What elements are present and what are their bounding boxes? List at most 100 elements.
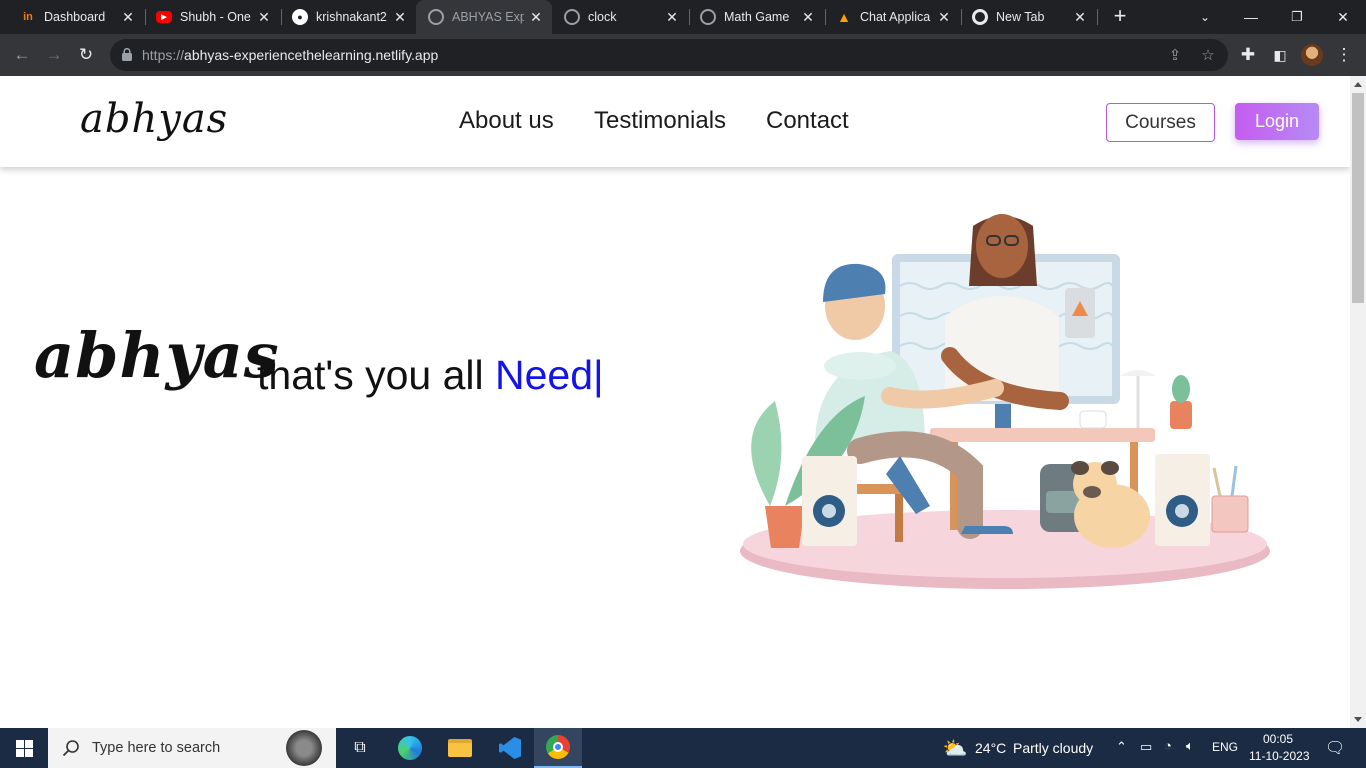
- minimize-icon[interactable]: —: [1228, 0, 1274, 34]
- search-icon: [62, 740, 79, 757]
- show-hidden-icons-chevron-icon[interactable]: ⌃: [1116, 739, 1127, 755]
- nav-link-contact[interactable]: Contact: [766, 107, 849, 135]
- courses-button[interactable]: Courses: [1106, 103, 1215, 142]
- close-tab-icon[interactable]: ✕: [120, 9, 136, 26]
- search-placeholder: Type here to search: [92, 740, 221, 756]
- extensions-puzzle-icon[interactable]: ✚: [1234, 41, 1262, 69]
- tab-youtube[interactable]: ▶ Shubh - One ✕: [144, 0, 280, 34]
- windows-taskbar: Type here to search ⧉ ⛅ 24°C Partly clou…: [0, 728, 1366, 768]
- folder-logo: [448, 739, 472, 757]
- weather-description[interactable]: Partly cloudy: [1013, 740, 1093, 756]
- avatar-image: [1301, 44, 1323, 66]
- tab-strip: in Dashboard ✕ ▶ Shubh - One ✕ ● krishna…: [0, 0, 1366, 34]
- tab-search-chevron-icon[interactable]: ⌄: [1182, 0, 1228, 34]
- tab-chat-app[interactable]: ▲ Chat Applica ✕: [824, 0, 960, 34]
- reload-icon[interactable]: ↻: [72, 41, 100, 69]
- file-explorer-icon[interactable]: [440, 728, 480, 768]
- tab-title: clock: [588, 10, 617, 24]
- wifi-icon[interactable]: ◔: [1164, 738, 1172, 753]
- tab-clock[interactable]: clock ✕: [552, 0, 688, 34]
- close-window-icon[interactable]: ✕: [1320, 0, 1366, 34]
- scroll-down-arrow-icon[interactable]: [1354, 717, 1362, 722]
- battery-icon[interactable]: ▭: [1140, 739, 1152, 755]
- page-viewport: abhyas About us Testimonials Contact Cou…: [0, 76, 1350, 728]
- url-text[interactable]: https://abhyas-experiencethelearning.net…: [142, 47, 438, 63]
- vscode-logo: [499, 737, 521, 759]
- nav-link-about[interactable]: About us: [459, 107, 554, 135]
- close-tab-icon[interactable]: ✕: [936, 9, 952, 26]
- typed-word: Need: [495, 352, 594, 398]
- tab-title: New Tab: [996, 10, 1045, 24]
- tagline-text: that's you all: [257, 352, 496, 398]
- hero-logo: abhyas: [34, 319, 280, 392]
- new-tab-plus-icon[interactable]: +: [1108, 5, 1132, 29]
- url-scheme: https://: [142, 47, 185, 63]
- tab-title: Dashboard: [44, 10, 106, 24]
- weather-temperature[interactable]: 24°C: [975, 740, 1006, 756]
- side-panel-icon[interactable]: ◧: [1266, 41, 1294, 69]
- tab-title: Shubh - One: [180, 10, 251, 24]
- globe-icon: [428, 9, 444, 25]
- back-arrow-icon[interactable]: ←: [8, 41, 36, 69]
- partly-cloudy-icon[interactable]: ⛅: [940, 728, 970, 768]
- lock-icon: [122, 48, 132, 61]
- tab-dashboard[interactable]: in Dashboard ✕: [8, 0, 144, 34]
- tab-title: ABHYAS Expe: [452, 10, 524, 24]
- search-highlight-doodle: [286, 730, 322, 766]
- bookmark-star-icon[interactable]: ☆: [1198, 45, 1218, 65]
- address-bar[interactable]: https://abhyas-experiencethelearning.net…: [110, 39, 1228, 71]
- speaker-icon[interactable]: 🔈︎: [1186, 738, 1194, 754]
- close-tab-icon[interactable]: ✕: [664, 9, 680, 26]
- tab-github[interactable]: ● krishnakant2 ✕: [280, 0, 416, 34]
- menu-kebab-icon[interactable]: ⋮: [1330, 41, 1358, 69]
- clock-date[interactable]: 11-10-2023: [1249, 749, 1310, 763]
- globe-icon: [564, 9, 580, 25]
- dashboard-favicon-icon: in: [23, 11, 33, 23]
- forward-arrow-icon[interactable]: →: [40, 41, 68, 69]
- windows-logo-icon: [15, 739, 33, 757]
- language-indicator[interactable]: ENG: [1212, 740, 1238, 754]
- chrome-icon: [972, 9, 988, 25]
- notifications-icon[interactable]: 🗨︎: [1325, 738, 1345, 758]
- share-icon[interactable]: ⇪: [1165, 45, 1185, 65]
- close-tab-icon[interactable]: ✕: [392, 9, 408, 26]
- tab-title: krishnakant2: [316, 10, 387, 24]
- chrome-taskbar-icon[interactable]: [534, 728, 582, 768]
- tab-new-tab[interactable]: New Tab ✕: [960, 0, 1096, 34]
- hero-illustration: [740, 214, 1270, 589]
- typing-cursor: |: [593, 352, 604, 398]
- profile-avatar[interactable]: [1298, 41, 1326, 69]
- close-tab-icon[interactable]: ✕: [1072, 9, 1088, 26]
- task-view-icon[interactable]: ⧉: [340, 728, 380, 768]
- edge-icon[interactable]: [390, 728, 430, 768]
- close-tab-icon[interactable]: ✕: [528, 9, 544, 26]
- site-navbar: abhyas About us Testimonials Contact Cou…: [0, 76, 1350, 167]
- clock-time[interactable]: 00:05: [1263, 732, 1293, 746]
- youtube-icon: ▶: [156, 11, 172, 23]
- close-tab-icon[interactable]: ✕: [800, 9, 816, 26]
- login-button[interactable]: Login: [1235, 103, 1319, 140]
- url-host: abhyas-experiencethelearning.netlify.app: [184, 47, 439, 63]
- tab-title: Chat Applica: [860, 10, 931, 24]
- page-scrollbar[interactable]: [1350, 76, 1366, 728]
- tab-title: Math Game: [724, 10, 790, 24]
- site-logo[interactable]: abhyas: [80, 96, 228, 142]
- tab-math-game[interactable]: Math Game ✕: [688, 0, 824, 34]
- github-icon: ●: [292, 9, 308, 25]
- tab-abhyas[interactable]: ABHYAS Expe ✕: [416, 0, 552, 34]
- scrollbar-thumb[interactable]: [1352, 93, 1364, 303]
- taskbar-search-box[interactable]: Type here to search: [48, 728, 336, 768]
- firebase-icon: ▲: [837, 9, 851, 25]
- nav-link-testimonials[interactable]: Testimonials: [594, 107, 726, 135]
- edge-logo: [398, 736, 422, 760]
- restore-icon[interactable]: ❐: [1274, 0, 1320, 34]
- hero-tagline: that's you all Need|: [257, 352, 604, 399]
- scroll-up-arrow-icon[interactable]: [1354, 82, 1362, 87]
- tab-separator: [1097, 9, 1098, 25]
- close-tab-icon[interactable]: ✕: [256, 9, 272, 26]
- browser-toolbar: ← → ↻ https://abhyas-experiencethelearni…: [0, 34, 1366, 76]
- vscode-icon[interactable]: [490, 728, 530, 768]
- globe-icon: [700, 9, 716, 25]
- start-windows-icon[interactable]: [0, 728, 48, 768]
- chrome-logo: [546, 735, 570, 759]
